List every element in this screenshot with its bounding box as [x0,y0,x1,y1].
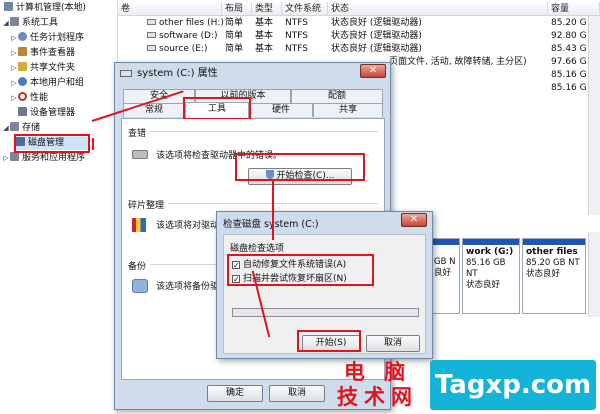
expand-arrow-icon[interactable]: ▷ [2,152,10,165]
expand-arrow-icon[interactable]: ▷ [10,92,18,105]
drive-icon [147,19,156,25]
expand-arrow-icon[interactable]: ▷ [10,32,18,45]
volume-block-other-files[interactable]: other files 85.20 GB NT 状态良好 [522,238,586,314]
folder-icon [18,62,27,71]
tab-sharing[interactable]: 共享 [313,103,383,117]
collapse-arrow-icon[interactable]: ◢ [2,122,10,135]
checkbox-checked-icon[interactable]: ✓ [232,275,240,284]
check-dialog-title[interactable]: 检查磁盘 system (C:) [223,216,319,230]
cancel-button[interactable]: 取消 [269,385,325,402]
watermark-logo: 电 脑 技术网 [337,360,418,409]
table-row[interactable]: other files (H:) 简单 基本 NTFS 状态良好 (逻辑驱动器)… [118,17,600,30]
collapse-arrow-icon[interactable]: ◢ [2,17,10,30]
navigation-tree: 计算机管理(本地) ◢ 系统工具 ▷ 任务计划程序 ▷ 事件查看器 ▷ 共享文件夹 ▷ 本… [0,0,118,414]
tree-item-event-viewer[interactable]: ▷ 事件查看器 [10,47,75,60]
check-progress-bar [232,308,419,317]
backup-icon [132,279,148,293]
gauge-icon [18,92,27,101]
tree-item-system-tools[interactable]: ◢ 系统工具 [2,17,58,30]
shield-icon [265,170,274,179]
close-button[interactable]: ✕ [360,64,386,78]
checkbox-checked-icon[interactable]: ✓ [232,261,240,270]
diskmap-scrollbar[interactable] [588,232,600,317]
watermark-site: Tagxp.com [430,360,596,410]
tab-security[interactable]: 安全 [123,89,195,103]
column-header-capacity[interactable]: 容量 [548,2,600,16]
column-header-status[interactable]: 状态 [328,2,548,16]
users-icon [18,77,27,86]
storage-icon [10,122,19,131]
defrag-icon [132,218,146,232]
column-header-type[interactable]: 类型 [252,2,282,16]
tab-quota[interactable]: 配额 [291,89,383,103]
table-row[interactable]: software (D:) 简单 基本 NTFS 状态良好 (逻辑驱动器) 92… [118,30,600,43]
drive-icon [147,45,156,51]
start-button[interactable]: 开始(S) [302,335,360,352]
check-dialog-close-button[interactable]: ✕ [401,213,427,227]
tree-item-shared-folders[interactable]: ▷ 共享文件夹 [10,62,75,75]
expand-arrow-icon[interactable]: ▷ [10,62,18,75]
check-cancel-button[interactable]: 取消 [366,335,420,352]
computer-icon [4,2,13,11]
expand-arrow-icon[interactable]: ▷ [10,77,18,90]
column-header-layout[interactable]: 布局 [222,2,252,16]
table-row[interactable]: source (E:) 简单 基本 NTFS 状态良好 (逻辑驱动器) 85.4… [118,43,600,56]
tree-root[interactable]: 计算机管理(本地) [4,2,86,15]
tab-hardware[interactable]: 硬件 [249,103,313,117]
table-scrollbar[interactable] [588,16,600,215]
drive-icon [120,70,132,77]
tree-item-device-manager[interactable]: 设备管理器 [18,107,75,120]
disk-icon [16,137,25,146]
column-header-volume[interactable]: 卷 [118,2,222,16]
services-icon [10,152,19,161]
tree-item-performance[interactable]: ▷ 性能 [10,92,48,105]
tab-previous-versions[interactable]: 以前的版本 [195,89,291,103]
expand-arrow-icon[interactable]: ▷ [10,47,18,60]
ok-button[interactable]: 确定 [207,385,263,402]
table-header: 卷 布局 类型 文件系统 状态 容量 [118,2,600,16]
volume-block-partial[interactable]: GB N 良好 [430,238,460,314]
device-icon [18,107,27,116]
tab-general[interactable]: 常规 [123,103,185,117]
disk-check-icon [132,150,148,159]
tab-tools[interactable]: 工具 [185,102,249,118]
volume-block-work[interactable]: work (G:) 85.16 GB NT 状态良好 [462,238,520,314]
start-check-button[interactable]: 开始检查(C)... [248,168,352,185]
check-disk-dialog: 检查磁盘 system (C:) ✕ 磁盘检查选项 ✓ 自动修复文件系统错误(A)… [216,211,433,359]
gear-icon [10,17,19,26]
tree-item-services-apps[interactable]: ▷ 服务和应用程序 [2,152,85,165]
event-icon [18,47,27,56]
check-dialog-body: 磁盘检查选项 ✓ 自动修复文件系统错误(A) ✓ 扫描并尝试恢复坏扇区(N) 开始(… [223,234,426,354]
tree-item-disk-management[interactable]: 磁盘管理 [16,137,88,150]
error-check-group: 查错 该选项将检查驱动器中的错误。 开始检查(C)... [128,126,378,191]
auto-fix-checkbox[interactable]: ✓ 自动修复文件系统错误(A) [232,257,346,270]
tree-item-task-scheduler[interactable]: ▷ 任务计划程序 [10,32,84,45]
tree-item-storage[interactable]: ◢ 存储 [2,122,40,135]
clock-icon [18,32,27,41]
tree-item-local-users[interactable]: ▷ 本地用户和组 [10,77,84,90]
drive-icon [147,32,156,38]
scan-sectors-checkbox[interactable]: ✓ 扫描并尝试恢复坏扇区(N) [232,271,347,284]
column-header-filesystem[interactable]: 文件系统 [282,2,328,16]
disk-map: GB N 良好 work (G:) 85.16 GB NT 状态良好 other… [430,232,600,317]
properties-titlebar[interactable]: system (C:) 属性 ✕ [115,63,390,85]
